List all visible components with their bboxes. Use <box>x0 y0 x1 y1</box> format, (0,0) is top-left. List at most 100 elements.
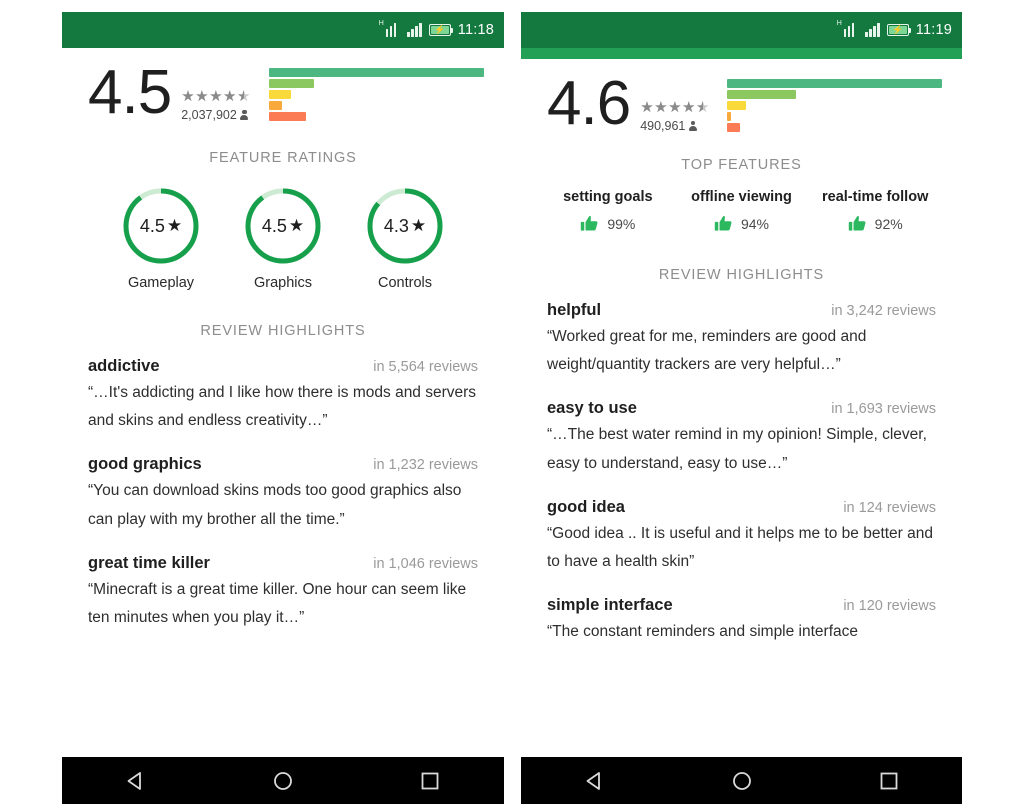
feature-name: setting goals <box>563 189 653 205</box>
signal-icon <box>865 23 880 37</box>
review-highlight-item[interactable]: simple interface in 120 reviews “The con… <box>547 596 936 646</box>
total-review-count: 2,037,902 <box>181 108 237 122</box>
phone-screenshot-left: H ⚡ 11:18 4.5 ★★★★★ ★★★★★ 2,037,902 FEAT… <box>62 12 504 804</box>
feature-section-title: FEATURE RATINGS <box>209 150 357 166</box>
feature-label: Graphics <box>253 275 313 291</box>
feature-percent: 99% <box>607 215 636 232</box>
status-bar: H ⚡ 11:19 <box>521 12 962 48</box>
recents-icon[interactable] <box>417 768 443 794</box>
battery-charging-icon: ⚡ <box>886 24 912 36</box>
review-count: in 3,242 reviews <box>831 303 936 319</box>
reviews-section-title: REVIEW HIGHLIGHTS <box>200 323 366 339</box>
back-icon[interactable] <box>582 768 608 794</box>
review-count: in 1,693 reviews <box>831 401 936 418</box>
review-head: good graphics in 1,232 reviews <box>88 455 478 474</box>
feature-rating-controls[interactable]: 4.3 ★ Controls <box>365 186 445 291</box>
review-count-row: 2,037,902 <box>181 108 251 122</box>
signal-icon <box>407 23 422 37</box>
thumbs-up-icon <box>714 216 732 231</box>
rating-value-wrap: 4.5 ★ <box>243 186 323 266</box>
stars-and-count: ★★★★★ ★★★★★ 490,961 <box>640 73 710 133</box>
review-head: great time killer in 1,046 reviews <box>88 554 478 573</box>
star-rating: ★★★★★ ★★★★★ <box>181 88 251 105</box>
person-icon <box>240 109 249 121</box>
home-icon[interactable] <box>729 768 755 794</box>
status-icons: H ⚡ 11:18 <box>379 20 494 38</box>
star-icon: ★ <box>288 216 305 235</box>
review-text: “Minecraft is a great time killer. One h… <box>88 580 467 627</box>
review-head: simple interface in 120 reviews <box>547 596 936 615</box>
review-highlight-item[interactable]: great time killer in 1,046 reviews “Mine… <box>88 554 478 632</box>
review-text: “The constant reminders and simple inter… <box>547 623 859 641</box>
review-term: simple interface <box>547 596 673 615</box>
home-icon[interactable] <box>270 768 296 794</box>
review-highlights-list: helpful in 3,242 reviews “Worked great f… <box>521 301 962 646</box>
feature-label: Gameplay <box>127 275 195 291</box>
review-term: great time killer <box>88 553 210 572</box>
review-highlights-list: addictive in 5,564 reviews “…It's addict… <box>62 357 504 632</box>
rating-bar-5-star <box>727 79 942 88</box>
clock-label: 11:18 <box>457 22 494 38</box>
rating-value: 4.3 <box>383 215 409 236</box>
rating-bar-3-star <box>269 90 291 99</box>
top-feature-item[interactable]: real-time follow 92% <box>808 189 942 233</box>
review-highlight-item[interactable]: easy to use in 1,693 reviews “…The best … <box>547 399 936 477</box>
review-term: addictive <box>88 357 160 375</box>
rating-value: 4.5 <box>139 215 165 236</box>
overall-score: 4.5 <box>88 58 172 127</box>
review-term: good idea <box>547 497 625 516</box>
feature-label: Controls <box>378 275 432 291</box>
battery-charging-icon: ⚡ <box>428 24 454 36</box>
review-highlight-item[interactable]: helpful in 3,242 reviews “Worked great f… <box>547 301 936 379</box>
rating-bar-4-star <box>269 79 315 88</box>
review-count: in 1,232 reviews <box>373 457 478 474</box>
android-nav-bar <box>62 757 504 804</box>
review-count: in 1,046 reviews <box>373 555 478 572</box>
status-icons: H ⚡ 11:19 <box>837 20 952 38</box>
stars-and-count: ★★★★★ ★★★★★ 2,037,902 <box>181 62 251 122</box>
rating-bar-1-star <box>269 112 306 121</box>
feature-score-row: 99% <box>580 214 635 233</box>
recents-icon[interactable] <box>876 768 902 794</box>
overall-score: 4.6 <box>547 69 631 138</box>
review-term: helpful <box>547 301 602 319</box>
feature-rating-gameplay[interactable]: 4.5 ★ Gameplay <box>121 186 201 291</box>
feature-score-row: 92% <box>848 214 903 233</box>
rating-ring: 4.5 ★ <box>121 186 201 266</box>
rating-histogram <box>727 73 962 134</box>
rating-bar-3-star <box>727 101 747 110</box>
total-review-count: 490,961 <box>640 119 686 133</box>
clock-label: 11:19 <box>915 22 952 38</box>
top-feature-item[interactable]: setting goals 99% <box>541 189 675 233</box>
thumbs-up-icon <box>581 216 598 231</box>
rating-bar-2-star <box>269 101 282 110</box>
thumbs-up-icon <box>848 216 866 231</box>
back-icon[interactable] <box>123 768 149 794</box>
status-bar: H ⚡ 11:18 <box>62 12 504 48</box>
review-text: “…The best water remind in my opinion! S… <box>547 426 927 472</box>
rating-histogram <box>269 62 504 123</box>
feature-section-title: TOP FEATURES <box>681 157 802 173</box>
review-count: in 124 reviews <box>843 499 936 516</box>
signal-icon: H <box>379 20 401 37</box>
review-head: helpful in 3,242 reviews <box>547 301 936 320</box>
feature-rating-graphics[interactable]: 4.5 ★ Graphics <box>243 186 323 291</box>
android-nav-bar <box>521 757 962 804</box>
review-highlight-item[interactable]: addictive in 5,564 reviews “…It's addict… <box>88 357 478 435</box>
top-feature-item[interactable]: offline viewing 94% <box>675 189 809 233</box>
review-term: easy to use <box>547 399 637 418</box>
review-head: addictive in 5,564 reviews <box>88 357 478 376</box>
feature-score-row: 94% <box>714 214 769 233</box>
review-highlight-item[interactable]: good graphics in 1,232 reviews “You can … <box>88 455 478 533</box>
top-features-list: setting goals 99% offline viewing 94% re… <box>521 189 962 233</box>
review-count: in 120 reviews <box>843 598 936 615</box>
star-icon: ★ <box>410 216 427 235</box>
star-icon: ★ <box>166 216 183 235</box>
accent-band <box>521 48 962 59</box>
review-count: in 5,564 reviews <box>373 359 478 375</box>
feature-name: real-time follow <box>822 189 929 205</box>
feature-percent: 94% <box>740 215 770 232</box>
rating-summary: 4.6 ★★★★★ ★★★★★ 490,961 <box>521 59 962 135</box>
review-highlight-item[interactable]: good idea in 124 reviews “Good idea .. I… <box>547 498 936 576</box>
phone-screenshot-right: H ⚡ 11:19 4.6 ★★★★★ ★★★★★ 490,961 TOP FE… <box>521 12 962 804</box>
